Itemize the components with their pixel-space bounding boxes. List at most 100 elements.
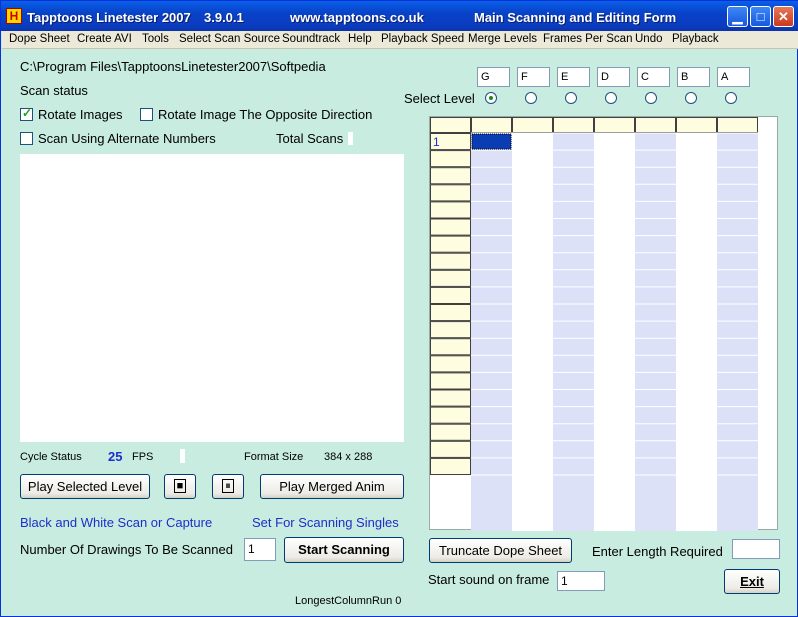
scan-preview	[20, 154, 404, 442]
dope-column-3[interactable]	[553, 133, 594, 531]
dope-header-cell[interactable]	[676, 117, 717, 133]
dope-frame-cell[interactable]	[430, 286, 471, 304]
fps-label: FPS	[132, 451, 154, 463]
start-scanning-button[interactable]: Start Scanning	[284, 537, 404, 563]
dope-header-cell[interactable]	[635, 117, 676, 133]
level-radio-g[interactable]	[485, 92, 497, 104]
dope-frame-cell[interactable]	[430, 321, 471, 339]
dope-header-cell[interactable]	[717, 117, 758, 133]
alternate-numbers-label[interactable]: Scan Using Alternate Numbers	[38, 131, 216, 146]
scan-path: C:\Program Files\TapptoonsLinetester2007…	[20, 59, 326, 74]
dope-header-cell[interactable]	[512, 117, 553, 133]
app-icon[interactable]: H	[6, 8, 22, 24]
dope-frame-cell[interactable]	[430, 457, 471, 475]
dope-frame-cell[interactable]	[430, 372, 471, 390]
cycle-status-label: Cycle Status	[20, 451, 82, 463]
dope-selected-cell[interactable]	[471, 133, 512, 150]
level-radio-e[interactable]	[565, 92, 577, 104]
close-button[interactable]: ✕	[773, 6, 794, 27]
menu-undo[interactable]: Undo	[635, 33, 663, 45]
dope-frame-cell[interactable]	[430, 389, 471, 407]
dope-header-cell[interactable]	[594, 117, 635, 133]
play-selected-level-button[interactable]: Play Selected Level	[20, 474, 150, 499]
bw-scan-link[interactable]: Black and White Scan or Capture	[20, 515, 212, 530]
level-box-g[interactable]: G	[477, 67, 510, 87]
menu-help[interactable]: Help	[348, 33, 372, 45]
level-radio-c[interactable]	[645, 92, 657, 104]
dope-frame-cell[interactable]	[430, 150, 471, 168]
level-radio-d[interactable]	[605, 92, 617, 104]
menu-select-scan-source[interactable]: Select Scan Source	[179, 33, 280, 45]
menu-create-avi[interactable]: Create AVI	[77, 33, 132, 45]
dope-header-cell[interactable]	[553, 117, 594, 133]
fps-value: 25	[108, 449, 123, 464]
dope-frame-cell[interactable]	[430, 304, 471, 322]
pause-button[interactable]: ⏸	[212, 474, 244, 499]
app-version: 3.9.0.1	[204, 10, 244, 25]
cycle-indicator	[180, 449, 185, 463]
rotate-images-label[interactable]: Rotate Images	[38, 107, 123, 122]
dope-sheet-canvas[interactable]: 1	[430, 117, 779, 531]
maximize-button[interactable]: □	[750, 6, 771, 27]
dope-frame-cell[interactable]	[430, 235, 471, 253]
dope-frame-cell[interactable]	[430, 355, 471, 373]
dope-column-2[interactable]	[512, 133, 553, 531]
level-box-f[interactable]: F	[517, 67, 550, 87]
dope-column-5[interactable]	[635, 133, 676, 531]
level-radio-b[interactable]	[685, 92, 697, 104]
dope-sheet-grid[interactable]: 1	[429, 116, 779, 531]
select-level-label: Select Level	[404, 91, 475, 106]
dope-frame-cell[interactable]	[430, 269, 471, 287]
scan-status: Scan status	[20, 83, 88, 98]
menu-tools[interactable]: Tools	[142, 33, 169, 45]
truncate-dope-sheet-button[interactable]: Truncate Dope Sheet	[429, 538, 572, 563]
dope-column-7[interactable]	[717, 133, 758, 531]
dope-frame-cell[interactable]	[430, 201, 471, 219]
rotate-images-checkbox[interactable]	[20, 106, 33, 121]
scan-singles-link[interactable]: Set For Scanning Singles	[252, 515, 399, 530]
dope-frame-cell[interactable]	[430, 338, 471, 356]
minimize-button[interactable]: ▁	[727, 6, 748, 27]
dope-frame-cell[interactable]	[430, 406, 471, 424]
menu-soundtrack[interactable]: Soundtrack	[282, 33, 340, 45]
maximize-icon: □	[756, 9, 765, 24]
start-sound-frame-input[interactable]: 1	[557, 571, 605, 591]
rotate-opposite-checkbox[interactable]	[140, 108, 153, 121]
level-box-c[interactable]: C	[637, 67, 670, 87]
dope-frame-cell[interactable]	[430, 184, 471, 202]
close-icon: ✕	[778, 9, 789, 24]
level-box-a[interactable]: A	[717, 67, 750, 87]
format-size-value: 384 x 288	[324, 451, 373, 463]
dope-column-1[interactable]	[471, 133, 512, 531]
dope-frame-cell[interactable]	[430, 440, 471, 458]
dope-frame-number: 1	[433, 135, 440, 149]
level-radio-a[interactable]	[725, 92, 737, 104]
dope-frame-cell[interactable]	[430, 167, 471, 185]
dope-frame-cell[interactable]	[430, 423, 471, 441]
play-merged-anim-button[interactable]: Play Merged Anim	[260, 474, 404, 499]
enter-length-input[interactable]	[732, 539, 780, 559]
drawings-to-scan-label: Number Of Drawings To Be Scanned	[20, 542, 233, 557]
dope-frame-cell[interactable]	[430, 252, 471, 270]
menu-playback[interactable]: Playback	[672, 33, 719, 45]
menu-merge-levels[interactable]: Merge Levels	[468, 33, 537, 45]
exit-button[interactable]: Exit	[724, 569, 780, 594]
rotate-opposite-label[interactable]: Rotate Image The Opposite Direction	[158, 107, 372, 122]
menu-playback-speed[interactable]: Playback Speed	[381, 33, 464, 45]
alternate-numbers-checkbox[interactable]	[20, 132, 33, 145]
dope-header-cell[interactable]	[471, 117, 512, 133]
menu-dope-sheet[interactable]: Dope Sheet	[9, 33, 70, 45]
level-radio-f[interactable]	[525, 92, 537, 104]
app-url: www.tapptoons.co.uk	[290, 10, 424, 25]
level-box-b[interactable]: B	[677, 67, 710, 87]
stop-button[interactable]: ■	[164, 474, 196, 499]
menu-frames-per-scan[interactable]: Frames Per Scan	[543, 33, 632, 45]
drawings-to-scan-input[interactable]: 1	[244, 538, 276, 561]
dope-column-4[interactable]	[594, 133, 635, 531]
level-box-e[interactable]: E	[557, 67, 590, 87]
level-box-d[interactable]: D	[597, 67, 630, 87]
dope-frame-cell[interactable]	[430, 218, 471, 236]
dope-header-cell[interactable]	[430, 117, 471, 133]
dope-column-6[interactable]	[676, 133, 717, 531]
title-bar[interactable]: H Tapptoons Linetester 2007 3.9.0.1 www.…	[1, 1, 798, 31]
